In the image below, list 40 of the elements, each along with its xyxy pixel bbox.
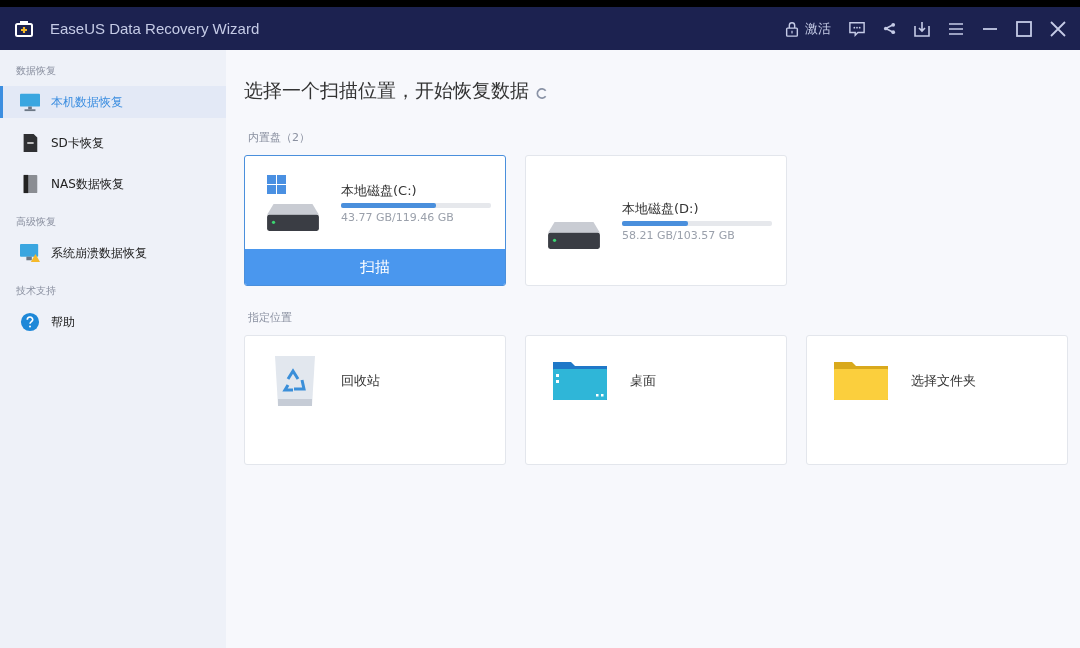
- drive-card[interactable]: 本地磁盘(C:) 43.77 GB/119.46 GB 扫描: [244, 155, 506, 286]
- sidebar-item[interactable]: 系统崩溃数据恢复: [0, 237, 226, 269]
- lock-icon: [784, 20, 800, 37]
- share-icon[interactable]: [883, 22, 896, 35]
- sidebar-item[interactable]: SD卡恢复: [0, 127, 226, 159]
- activate-button[interactable]: 激活: [784, 19, 831, 38]
- drive-name: 本地磁盘(D:): [622, 199, 700, 218]
- folder-icon: [552, 360, 608, 402]
- drive-name: 本地磁盘(C:): [341, 181, 418, 200]
- chat-icon[interactable]: [849, 20, 865, 37]
- help-icon: [19, 312, 41, 332]
- close-icon[interactable]: [1050, 20, 1066, 37]
- maximize-icon[interactable]: [1016, 20, 1032, 37]
- location-card[interactable]: 选择文件夹: [806, 335, 1068, 465]
- warning-monitor-icon: [19, 243, 41, 263]
- section-heading: 技术支持: [15, 284, 57, 298]
- monitor-icon: [19, 92, 41, 112]
- section-heading: 高级恢复: [15, 215, 57, 229]
- section-heading: 数据恢复: [15, 64, 57, 78]
- hard-drive-icon: [267, 203, 319, 231]
- toolbox-icon: [14, 19, 34, 38]
- drive-size: 58.21 GB/103.57 GB: [622, 228, 736, 242]
- download-icon[interactable]: [914, 20, 930, 37]
- hard-drive-icon: [548, 221, 600, 249]
- location-label: 回收站: [341, 372, 380, 390]
- section-heading: 指定位置: [248, 310, 293, 325]
- drive-card[interactable]: 本地磁盘(D:) 58.21 GB/103.57 GB: [525, 155, 787, 286]
- drive-size: 43.77 GB/119.46 GB: [341, 210, 455, 224]
- folder-icon: [833, 360, 889, 402]
- page-title: 选择一个扫描位置，开始恢复数据: [244, 78, 529, 103]
- location-label: 桌面: [630, 372, 656, 390]
- menu-icon[interactable]: [948, 20, 964, 37]
- sidebar-item[interactable]: 帮助: [0, 306, 226, 338]
- location-label: 选择文件夹: [911, 372, 976, 390]
- refresh-icon[interactable]: [535, 86, 548, 100]
- sidebar-item[interactable]: NAS数据恢复: [0, 168, 226, 200]
- window-title: EaseUS Data Recovery Wizard: [50, 20, 260, 37]
- location-card[interactable]: 桌面: [525, 335, 787, 465]
- location-card[interactable]: 回收站: [244, 335, 506, 465]
- section-heading: 内置盘（2）: [248, 130, 311, 145]
